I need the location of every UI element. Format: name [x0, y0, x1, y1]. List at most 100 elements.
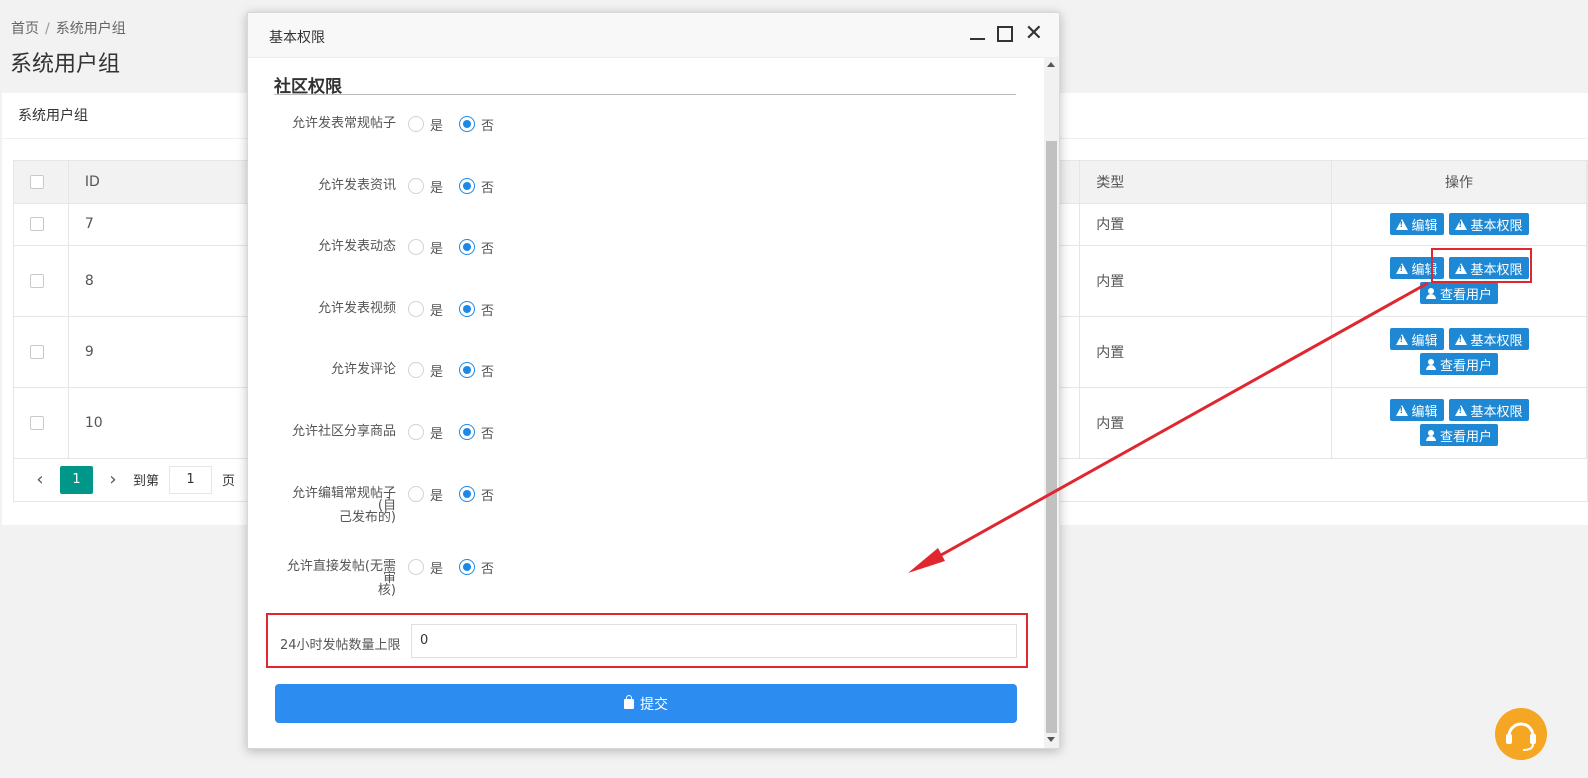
- edit-button[interactable]: 编辑: [1389, 328, 1444, 350]
- current-page[interactable]: 1: [60, 465, 93, 494]
- radio-no[interactable]: [459, 178, 476, 194]
- radio-no-label: 否: [481, 364, 495, 380]
- user-icon: [1426, 358, 1437, 370]
- radio-group: 是 否: [408, 362, 510, 380]
- next-page-icon[interactable]: ›: [101, 469, 125, 490]
- warning-icon: [1454, 333, 1467, 345]
- minimize-icon[interactable]: [969, 38, 985, 40]
- header-select-all[interactable]: [14, 161, 69, 204]
- page-suffix: 页: [222, 474, 236, 489]
- radio-yes[interactable]: [408, 178, 424, 194]
- radio-no[interactable]: [459, 424, 476, 440]
- page-title: 系统用户组: [10, 52, 121, 77]
- scroll-down-icon[interactable]: [1047, 737, 1055, 742]
- highlight-box-permission-button: [1431, 248, 1532, 283]
- goto-label: 到第: [133, 474, 160, 489]
- form-row-post: 允许发表常规帖子 是 否: [274, 116, 1016, 134]
- row-checkbox[interactable]: [30, 217, 44, 231]
- warning-icon: [1454, 218, 1467, 230]
- row-checkbox[interactable]: [30, 344, 44, 359]
- radio-yes[interactable]: [408, 239, 424, 255]
- form-row-share-goods: 允许社区分享商品 是 否: [274, 424, 1016, 442]
- view-users-button[interactable]: 查看用户: [1420, 353, 1499, 375]
- basic-permission-button[interactable]: 基本权限: [1448, 328, 1529, 350]
- warning-icon: [1395, 404, 1408, 416]
- radio-no-label: 否: [481, 118, 495, 134]
- basic-permission-button[interactable]: 基本权限: [1448, 399, 1529, 421]
- warning-icon: [1395, 262, 1408, 274]
- radio-yes[interactable]: [408, 424, 424, 440]
- maximize-icon[interactable]: [996, 26, 1013, 42]
- radio-yes[interactable]: [408, 559, 424, 575]
- permission-modal: 基本权限 ✕ 社区权限 允许发表常规帖子 是 否 允许发表资讯 是 否 允许发表…: [247, 12, 1060, 749]
- breadcrumb-separator: /: [45, 21, 50, 37]
- modal-header: 基本权限 ✕: [248, 13, 1059, 58]
- edit-button[interactable]: 编辑: [1389, 213, 1444, 235]
- row-actions: 编辑 基本权限: [1331, 203, 1587, 246]
- radio-no-label: 否: [481, 561, 495, 577]
- form-row-edit-own: 允许编辑常规帖子(自 己发布的) 是 否: [274, 486, 1016, 525]
- submit-button[interactable]: 提交: [275, 684, 1017, 723]
- form-label: 允许直接发帖(无需审 核): [286, 559, 396, 598]
- warning-icon: [1395, 333, 1408, 345]
- basic-permission-button[interactable]: 基本权限: [1448, 213, 1529, 235]
- warning-icon: [1395, 218, 1408, 230]
- radio-no[interactable]: [459, 362, 476, 378]
- modal-scrollbar[interactable]: [1044, 58, 1059, 748]
- row-type: 内置: [1079, 203, 1333, 246]
- radio-no[interactable]: [459, 486, 476, 502]
- radio-yes-label: 是: [430, 180, 444, 196]
- user-icon: [1426, 429, 1437, 441]
- radio-yes[interactable]: [408, 116, 424, 132]
- radio-no[interactable]: [459, 116, 476, 132]
- prev-page-icon[interactable]: ‹: [28, 469, 52, 490]
- close-icon[interactable]: ✕: [1025, 23, 1043, 45]
- form-row-video: 允许发表视频 是 否: [274, 301, 1016, 319]
- radio-group: 是 否: [408, 301, 510, 319]
- form-label: 允许社区分享商品: [291, 424, 396, 439]
- edit-button[interactable]: 编辑: [1389, 399, 1444, 421]
- row-checkbox[interactable]: [30, 273, 44, 288]
- radio-yes[interactable]: [408, 362, 424, 378]
- customer-service-icon[interactable]: [1495, 708, 1547, 760]
- radio-no[interactable]: [459, 301, 476, 317]
- radio-yes-label: 是: [430, 118, 444, 134]
- scroll-thumb[interactable]: [1046, 141, 1057, 733]
- radio-group: 是 否: [408, 486, 510, 504]
- modal-title: 基本权限: [269, 30, 325, 46]
- highlight-box-post-limit: 24小时发帖数量上限 0: [266, 613, 1028, 668]
- row-actions: 编辑 基本权限 查看用户: [1331, 316, 1587, 388]
- row-type: 内置: [1079, 316, 1333, 388]
- view-users-button[interactable]: 查看用户: [1420, 282, 1499, 304]
- radio-yes-label: 是: [430, 241, 444, 257]
- breadcrumb-home[interactable]: 首页: [11, 21, 39, 37]
- radio-no[interactable]: [459, 559, 476, 575]
- row-checkbox[interactable]: [30, 415, 44, 430]
- radio-no[interactable]: [459, 239, 476, 255]
- row-type: 内置: [1079, 245, 1333, 317]
- radio-yes[interactable]: [408, 301, 424, 317]
- radio-group: 是 否: [408, 424, 510, 442]
- form-label: 允许编辑常规帖子(自 己发布的): [291, 486, 396, 525]
- form-label: 允许发表动态: [317, 239, 396, 254]
- view-users-button[interactable]: 查看用户: [1420, 424, 1499, 446]
- form-label: 允许发评论: [330, 362, 396, 377]
- radio-group: 是 否: [408, 239, 510, 257]
- goto-page-input[interactable]: 1: [169, 465, 213, 494]
- breadcrumb-current: 系统用户组: [55, 21, 126, 37]
- radio-group: 是 否: [408, 559, 510, 577]
- scroll-up-icon[interactable]: [1047, 62, 1055, 67]
- radio-group: 是 否: [408, 178, 510, 196]
- radio-yes-label: 是: [430, 364, 444, 380]
- row-actions: 编辑 基本权限 查看用户: [1331, 387, 1587, 459]
- form-label: 允许发表常规帖子: [291, 116, 396, 131]
- form-row-comment: 允许发评论 是 否: [274, 362, 1016, 380]
- select-all-checkbox[interactable]: [30, 174, 44, 189]
- header-type: 类型: [1079, 161, 1333, 204]
- post-limit-input[interactable]: 0: [411, 624, 1017, 658]
- radio-yes-label: 是: [430, 488, 444, 504]
- radio-no-label: 否: [481, 303, 495, 319]
- radio-no-label: 否: [481, 241, 495, 257]
- radio-yes-label: 是: [430, 303, 444, 319]
- radio-yes[interactable]: [408, 486, 424, 502]
